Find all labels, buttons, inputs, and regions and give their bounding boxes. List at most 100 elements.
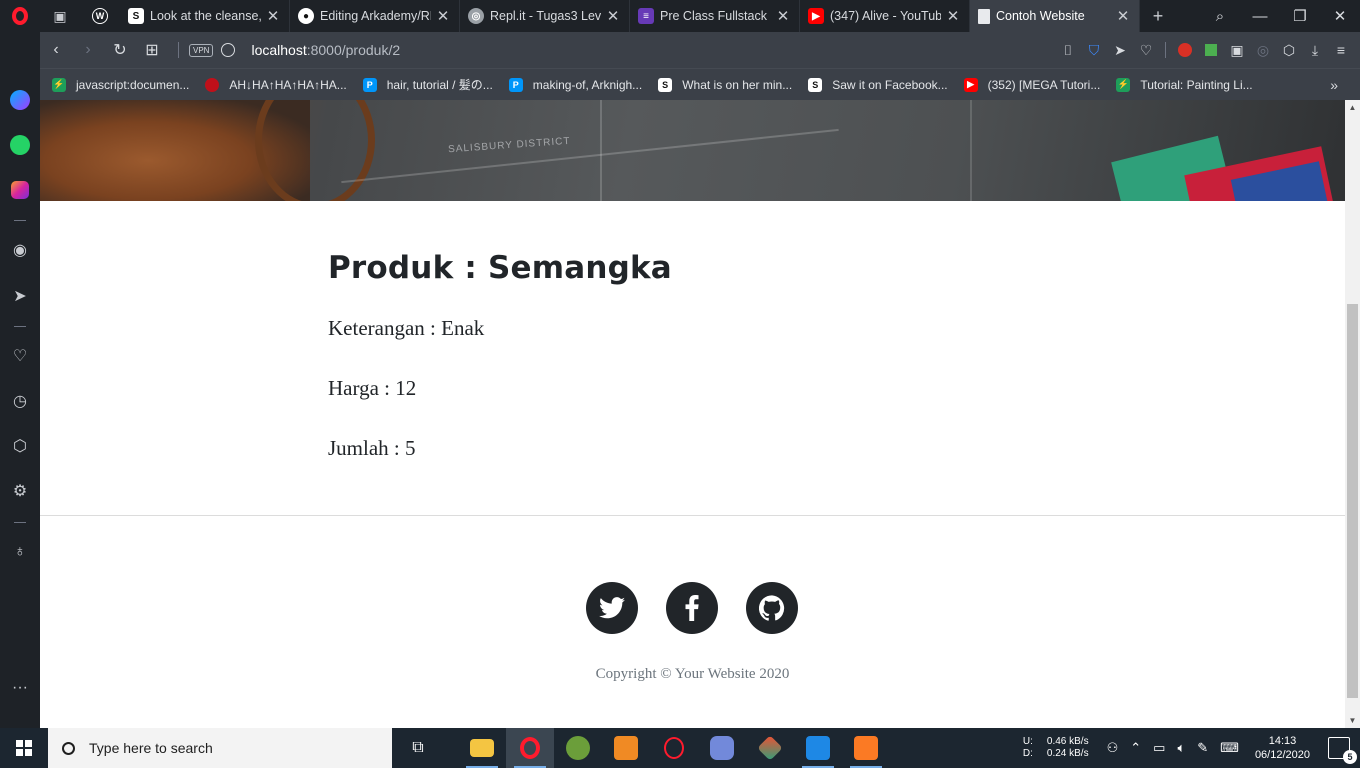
whatsapp-icon[interactable]: [8, 133, 32, 157]
notification-center-icon[interactable]: 5: [1328, 737, 1357, 764]
clock[interactable]: 14:13 06/12/2020: [1255, 734, 1310, 762]
tab-workspace-icon[interactable]: ▣: [40, 0, 80, 32]
bookmark-item[interactable]: S What is on her min...: [658, 77, 792, 92]
taskbar-search-box[interactable]: Type here to search: [48, 728, 392, 768]
close-window-button[interactable]: ✕: [1320, 0, 1360, 32]
page-scrollbar[interactable]: ▲ ▼: [1345, 100, 1360, 728]
minimize-button[interactable]: —: [1240, 0, 1280, 32]
globe-icon[interactable]: [221, 43, 236, 57]
social-links: [586, 582, 826, 634]
opera-gx-icon[interactable]: [650, 728, 698, 768]
close-tab-icon[interactable]: ✕: [605, 7, 621, 25]
player-icon[interactable]: ◉: [8, 238, 32, 262]
bookmark-item[interactable]: ⚡ Tutorial: Painting Li...: [1116, 77, 1253, 92]
download-icon[interactable]: ⤓: [1302, 32, 1328, 68]
close-tab-icon[interactable]: ✕: [435, 7, 451, 25]
keyboard-icon[interactable]: ⌨: [1220, 740, 1239, 756]
scroll-down-arrow-icon[interactable]: ▼: [1345, 713, 1360, 728]
bookmarks-overflow-icon[interactable]: »: [1330, 77, 1338, 93]
map-fold-line: [970, 100, 972, 201]
scroll-up-arrow-icon[interactable]: ▲: [1345, 100, 1360, 115]
back-button[interactable]: ‹: [40, 32, 72, 68]
cube-icon[interactable]: ⬡: [8, 434, 32, 458]
network-icon[interactable]: ▭: [1153, 740, 1165, 756]
task-view-icon[interactable]: ⧉: [394, 728, 442, 768]
pen-icon[interactable]: ✎: [1197, 740, 1208, 756]
browser-tab[interactable]: S Look at the cleanse, lo ✕: [120, 0, 290, 32]
lightbulb-icon[interactable]: ♁: [8, 540, 32, 564]
windows-taskbar: Type here to search ⧉ U: D: 0.46 kB/s 0.…: [0, 728, 1360, 768]
heart-icon[interactable]: ♡: [1133, 32, 1159, 68]
pixiv-icon: P: [508, 77, 523, 92]
twitter-link[interactable]: [586, 582, 638, 634]
url-field[interactable]: localhost:8000/produk/2: [251, 42, 400, 58]
scrollbar-thumb[interactable]: [1347, 304, 1358, 698]
extension-red-icon[interactable]: [1172, 32, 1198, 68]
close-tab-icon[interactable]: ✕: [775, 7, 791, 25]
messenger-icon[interactable]: [8, 88, 32, 112]
wordpress-icon: W: [92, 8, 108, 24]
pixiv-icon: P: [362, 77, 377, 92]
tab-wordpress[interactable]: W: [80, 0, 120, 32]
discord-icon[interactable]: [698, 728, 746, 768]
divider: [14, 522, 26, 523]
xampp-icon[interactable]: [842, 728, 890, 768]
adblock-shield-icon[interactable]: ⛉: [1081, 32, 1107, 68]
send-icon[interactable]: ➤: [1107, 32, 1133, 68]
chevron-up-icon[interactable]: ⌃: [1130, 740, 1141, 756]
stackedit-icon: S: [808, 77, 823, 92]
send-icon[interactable]: ➤: [8, 284, 32, 308]
menu-icon[interactable]: ≡: [1328, 32, 1354, 68]
map-road-line: [341, 128, 839, 184]
bookmark-item[interactable]: Pmaking-of, Arknigh...: [508, 77, 642, 92]
bookmark-item[interactable]: S Saw it on Facebook...: [808, 77, 948, 92]
minecraft-icon[interactable]: [554, 728, 602, 768]
bookmark-favicon-icon: [205, 77, 220, 92]
history-clock-icon[interactable]: ◷: [8, 389, 32, 413]
start-button[interactable]: [0, 728, 48, 768]
close-tab-icon[interactable]: ✕: [1115, 7, 1131, 25]
crypto-wallet-icon[interactable]: ◎: [1250, 32, 1276, 68]
more-dots-icon[interactable]: ···: [8, 676, 32, 700]
bookmark-item[interactable]: AH↓HA↑HA↑HA↑HA...: [205, 77, 347, 92]
easy-setup-cube-icon[interactable]: ⬡: [1276, 32, 1302, 68]
net-labels: U: D:: [1022, 736, 1033, 759]
volume-icon[interactable]: 🔈︎: [1177, 740, 1185, 756]
snapshot-icon[interactable]: ⌷: [1055, 32, 1081, 68]
browser-tab[interactable]: ≡ Pre Class Fullstack Mo ✕: [630, 0, 800, 32]
github-link[interactable]: [746, 582, 798, 634]
github-icon: [759, 595, 785, 621]
facebook-icon: [685, 595, 699, 621]
vscode-icon[interactable]: [794, 728, 842, 768]
extension-cube-icon[interactable]: [1198, 32, 1224, 68]
window-controls: ⌕ — ❐ ✕: [1200, 0, 1360, 32]
browser-tab[interactable]: ▶ (347) Alive - YouTube ✕: [800, 0, 970, 32]
reload-button[interactable]: ↻: [104, 32, 136, 68]
settings-gear-icon[interactable]: ⚙: [8, 479, 32, 503]
bookmark-item[interactable]: Phair, tutorial / 髪の...: [362, 76, 493, 93]
net-speed: 0.46 kB/s 0.24 kB/s: [1046, 736, 1089, 759]
browser-tab-active[interactable]: Contoh Website ✕: [970, 0, 1140, 32]
close-tab-icon[interactable]: ✕: [265, 7, 281, 25]
people-icon[interactable]: ⚇: [1107, 740, 1119, 756]
instagram-icon[interactable]: [8, 178, 32, 202]
new-tab-button[interactable]: +: [1140, 0, 1176, 32]
file-explorer-icon[interactable]: [458, 728, 506, 768]
vpn-badge[interactable]: VPN: [189, 43, 214, 57]
tab-search-icon[interactable]: ⌕: [1200, 0, 1240, 32]
forward-button[interactable]: ›: [72, 32, 104, 68]
paint-app-icon[interactable]: [602, 728, 650, 768]
browser-tab[interactable]: ● Editing Arkademy/REA ✕: [290, 0, 460, 32]
opera-taskbar-icon[interactable]: [506, 728, 554, 768]
facebook-link[interactable]: [666, 582, 718, 634]
close-tab-icon[interactable]: ✕: [945, 7, 961, 25]
maximize-button[interactable]: ❐: [1280, 0, 1320, 32]
opera-menu-button[interactable]: [0, 0, 40, 32]
bookmark-item[interactable]: ▶ (352) [MEGA Tutori...: [963, 77, 1100, 92]
browser-tab[interactable]: ◎ Repl.it - Tugas3 Level ✕: [460, 0, 630, 32]
bookmark-item[interactable]: ⚡ javascript:documen...: [52, 77, 189, 92]
heart-icon[interactable]: ♡: [8, 344, 32, 368]
video-popout-icon[interactable]: ▣: [1224, 32, 1250, 68]
speed-dial-button[interactable]: ⊞: [136, 32, 168, 68]
git-kraken-icon[interactable]: [746, 728, 794, 768]
